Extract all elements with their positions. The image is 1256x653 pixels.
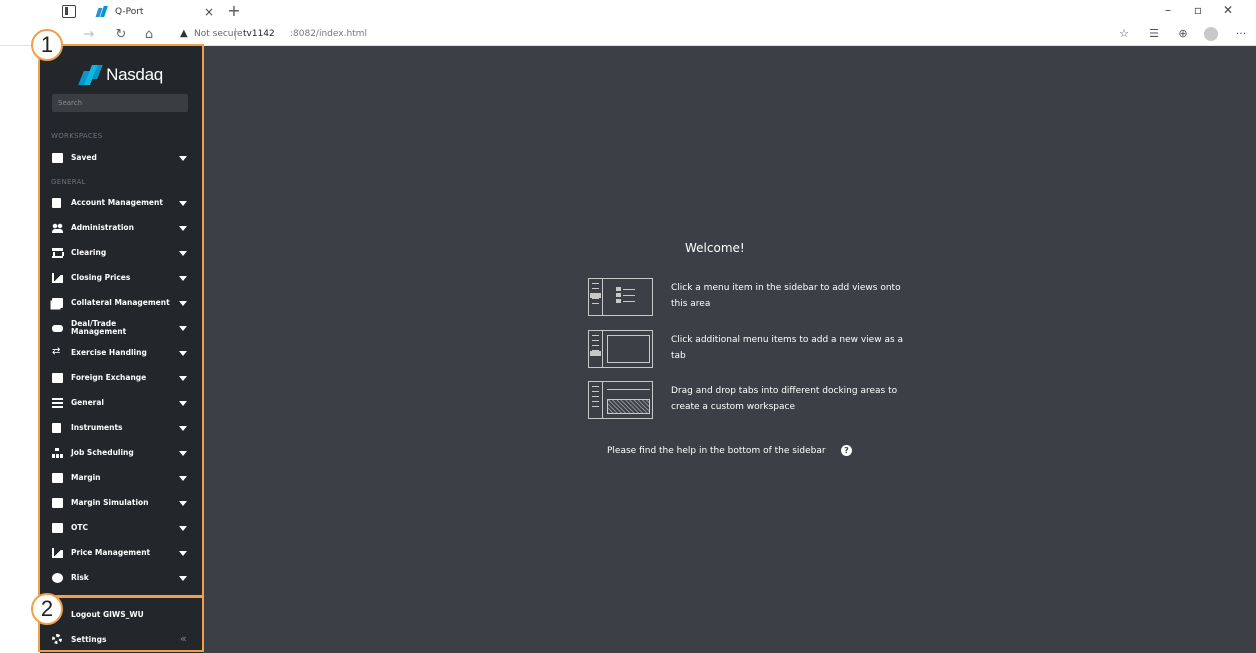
- instruction-text: Drag and drop tabs into different dockin…: [671, 386, 898, 412]
- layout-tab-icon: [588, 330, 653, 368]
- more-menu-icon[interactable]: ···: [1232, 27, 1250, 40]
- instruction-text: Click additional menu items to add a new…: [671, 335, 904, 361]
- url-path[interactable]: :8082/index.html: [290, 29, 367, 39]
- highlight-box-sidebar-bottom: [38, 596, 204, 652]
- browser-address-bar: → ↻ ⌂ ▲ Not secure tv1142 :8082/index.ht…: [0, 24, 1256, 46]
- home-icon[interactable]: ⌂: [140, 26, 158, 43]
- tab-title: Q-Port: [115, 7, 144, 17]
- instruction-text: Click a menu item in the sidebar to add …: [671, 283, 901, 309]
- layout-sidebar-list-icon: [588, 278, 653, 316]
- refresh-icon[interactable]: ↻: [112, 26, 130, 43]
- question-circle-icon[interactable]: ?: [841, 445, 852, 456]
- browser-tab-bar: Q-Port × + – ▫ ✕: [0, 0, 1256, 24]
- instruction-add-tab: Click additional menu items to add a new…: [588, 330, 908, 370]
- collections-icon[interactable]: ⊕: [1174, 27, 1192, 40]
- instruction-drag-drop: Drag and drop tabs into different dockin…: [588, 381, 908, 421]
- welcome-title: Welcome!: [685, 241, 745, 255]
- url-separator: [235, 28, 236, 40]
- tab-actions-icon[interactable]: [62, 5, 76, 18]
- profile-avatar[interactable]: [1204, 27, 1218, 41]
- browser-tab[interactable]: Q-Port ×: [88, 0, 222, 24]
- callout-2: 2: [31, 593, 63, 625]
- tab-close-icon[interactable]: ×: [202, 5, 216, 19]
- close-window-icon[interactable]: ✕: [1216, 3, 1240, 17]
- warning-icon[interactable]: ▲: [180, 28, 188, 39]
- nasdaq-favicon-icon: [96, 6, 110, 18]
- restore-icon[interactable]: ▫: [1186, 3, 1210, 17]
- highlight-box-sidebar-menu: [38, 44, 204, 597]
- callout-1: 1: [31, 29, 63, 61]
- instruction-add-view: Click a menu item in the sidebar to add …: [588, 278, 908, 318]
- forward-icon[interactable]: →: [80, 26, 98, 43]
- favorite-add-icon[interactable]: ☆: [1115, 27, 1133, 40]
- url-host[interactable]: tv1142: [243, 29, 275, 39]
- minimize-icon[interactable]: –: [1156, 3, 1180, 17]
- app-area: Nasdaq WORKSPACES Saved GENERAL Account …: [40, 46, 1256, 653]
- new-tab-icon[interactable]: +: [226, 1, 242, 21]
- help-text: Please find the help in the bottom of th…: [607, 446, 826, 456]
- welcome-panel: Welcome! Click a menu item in the sideba…: [40, 46, 1256, 653]
- layout-docking-icon: [588, 381, 653, 419]
- favorites-icon[interactable]: ☰: [1145, 27, 1163, 40]
